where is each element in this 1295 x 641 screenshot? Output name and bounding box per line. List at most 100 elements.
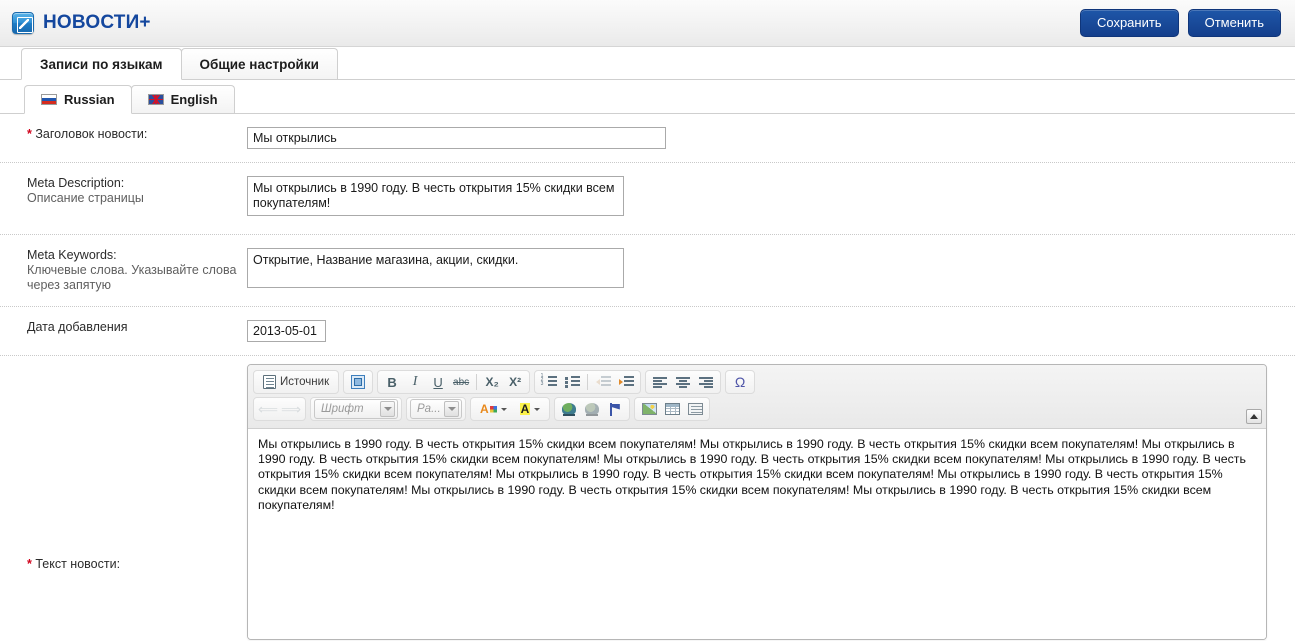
undo-button[interactable]: ⟸: [257, 399, 279, 419]
align-left-icon: [653, 377, 667, 388]
unlink-button[interactable]: [581, 399, 603, 419]
maximize-icon: [351, 375, 365, 389]
unlink-icon: [585, 403, 599, 415]
align-center-icon: [676, 377, 690, 388]
table-button[interactable]: [661, 399, 683, 419]
image-button[interactable]: [638, 399, 660, 419]
font-select-label: Шрифт: [321, 403, 364, 415]
tab-general-settings[interactable]: Общие настройки: [181, 48, 338, 79]
triangle-up-icon: [1250, 414, 1258, 419]
text-color-icon: A: [480, 403, 497, 415]
source-button-label: Источник: [280, 376, 329, 388]
date-added-input[interactable]: [247, 320, 326, 342]
meta-description-label: Meta Description: Описание страницы: [0, 176, 247, 206]
toolbar-group-colors: A A: [470, 397, 550, 421]
link-button[interactable]: [558, 399, 580, 419]
superscript-button[interactable]: X²: [504, 372, 526, 392]
chevron-down-icon: [444, 401, 459, 417]
meta-description-field-wrap: [247, 176, 1295, 221]
bg-color-button[interactable]: A: [514, 399, 547, 419]
date-added-field-wrap: [247, 320, 1295, 342]
toolbar-group-insert: [634, 397, 710, 421]
background-color-icon: A: [520, 403, 531, 415]
page-title: НОВОСТИ+: [43, 12, 151, 34]
language-tab-russian[interactable]: Russian: [24, 85, 132, 114]
bulleted-list-button[interactable]: [561, 372, 583, 392]
outdent-icon: [596, 376, 611, 388]
toolbar-separator: [587, 374, 588, 390]
tab-records-by-language-label: Записи по языкам: [40, 57, 163, 72]
subscript-button[interactable]: X₂: [481, 372, 503, 392]
page-root: НОВОСТИ+ Сохранить Отменить Записи по яз…: [0, 0, 1295, 641]
flag-ru-icon: [41, 94, 57, 105]
maximize-button[interactable]: [347, 372, 369, 392]
toolbar-group-document: Источник: [253, 370, 339, 394]
table-icon: [665, 403, 680, 415]
meta-description-label-text: Meta Description:: [27, 176, 124, 190]
source-icon: [263, 375, 276, 389]
indent-button[interactable]: [615, 372, 637, 392]
news-text-label-text: Текст новости:: [35, 557, 120, 571]
editor-content-paragraph: Мы открылись в 1990 году. В честь открыт…: [258, 437, 1256, 513]
toolbar-group-tools: [343, 370, 373, 394]
horizontal-rule-button[interactable]: [684, 399, 706, 419]
align-left-button[interactable]: [649, 372, 671, 392]
anchor-button[interactable]: [604, 399, 626, 419]
fontsize-select[interactable]: Ра...: [410, 399, 462, 419]
form-row-title: * Заголовок новости:: [0, 114, 1295, 163]
tab-general-settings-label: Общие настройки: [200, 57, 319, 72]
toolbar-group-font: Шрифт: [310, 397, 402, 421]
font-select[interactable]: Шрифт: [314, 399, 398, 419]
editor-toolbar-row-2: ⟸ ⟹ Шрифт Ра...: [253, 397, 1262, 421]
language-tab-russian-label: Russian: [64, 92, 115, 107]
meta-keywords-textarea[interactable]: [247, 248, 624, 288]
italic-button[interactable]: I: [404, 372, 426, 392]
align-right-button[interactable]: [695, 372, 717, 392]
toolbar-group-align: [645, 370, 721, 394]
toolbar-separator: [476, 374, 477, 390]
news-document-icon: [12, 12, 34, 34]
numbered-list-button[interactable]: [538, 372, 560, 392]
meta-description-textarea[interactable]: [247, 176, 624, 216]
image-icon: [642, 403, 657, 415]
toolbar-group-links: [554, 397, 630, 421]
outdent-button[interactable]: [592, 372, 614, 392]
required-marker-news-text: *: [27, 557, 32, 571]
cancel-button[interactable]: Отменить: [1188, 9, 1281, 37]
app-header-actions: Сохранить Отменить: [1080, 9, 1285, 37]
source-button[interactable]: Источник: [257, 372, 335, 392]
language-tab-bar: Russian English: [0, 80, 1295, 114]
strikethrough-button[interactable]: abc: [450, 372, 472, 392]
bold-button[interactable]: B: [381, 372, 403, 392]
language-tab-english[interactable]: English: [131, 85, 235, 113]
meta-keywords-hint: Ключевые слова. Указывайте слова через з…: [27, 263, 247, 293]
underline-button[interactable]: U: [427, 372, 449, 392]
editor-toolbar-row-1: Источник B I U abc: [253, 370, 1262, 394]
editor-content-area[interactable]: Мы открылись в 1990 году. В честь открыт…: [248, 429, 1266, 639]
toolbar-group-basicstyles: B I U abc X₂ X²: [377, 370, 530, 394]
title-field-wrap: [247, 127, 1295, 149]
align-center-button[interactable]: [672, 372, 694, 392]
tab-records-by-language[interactable]: Записи по языкам: [21, 48, 182, 80]
indent-icon: [619, 376, 634, 388]
rich-text-editor: Источник B I U abc: [247, 364, 1267, 640]
title-field-label: * Заголовок новости:: [0, 127, 247, 142]
title-field-label-text: Заголовок новости:: [35, 127, 147, 141]
news-title-input[interactable]: [247, 127, 666, 149]
app-header-left: НОВОСТИ+: [12, 12, 151, 34]
toolbar-collapse-button[interactable]: [1246, 409, 1262, 424]
special-char-button[interactable]: Ω: [729, 372, 751, 392]
text-color-button[interactable]: A: [474, 399, 513, 419]
form-row-date-added: Дата добавления: [0, 307, 1295, 356]
flag-en-icon: [148, 94, 164, 105]
form-row-meta-description: Meta Description: Описание страницы: [0, 163, 1295, 235]
news-text-label: * Текст новости:: [0, 557, 247, 571]
app-header: НОВОСТИ+ Сохранить Отменить: [0, 0, 1295, 47]
link-icon: [562, 403, 576, 415]
chevron-down-icon: [501, 408, 507, 411]
date-added-label: Дата добавления: [0, 320, 247, 335]
horizontal-rule-icon: [688, 403, 703, 415]
redo-button[interactable]: ⟹: [280, 399, 302, 419]
save-button[interactable]: Сохранить: [1080, 9, 1179, 37]
editor-toolbar: Источник B I U abc: [248, 365, 1266, 429]
